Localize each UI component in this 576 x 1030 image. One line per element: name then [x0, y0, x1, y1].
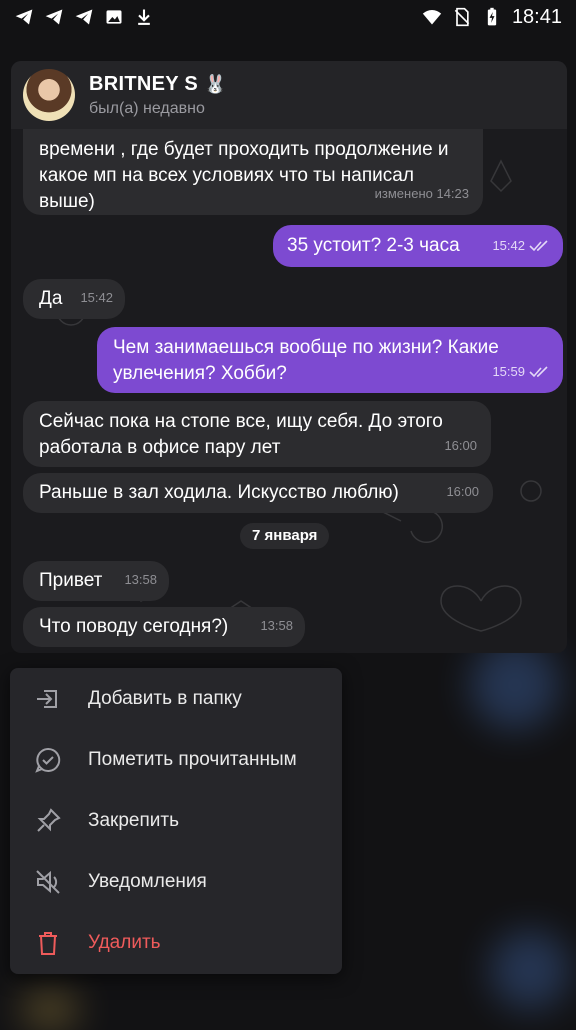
menu-item-label: Удалить [88, 931, 161, 953]
message-text: Привет [39, 570, 103, 591]
status-bar: 18:41 [0, 0, 576, 34]
message-text: 35 устоит? 2-3 часа [287, 235, 460, 256]
message-time: 16:00 [446, 484, 479, 499]
bunny-emoji-icon: 🐰 [204, 73, 227, 94]
background-blur [20, 990, 80, 1030]
message-text: Да [39, 288, 63, 309]
folder-add-icon [37, 690, 57, 708]
message-time: 16:00 [444, 438, 477, 453]
contact-name-row: BRITNEY S 🐰 [89, 73, 227, 96]
telegram-icon [45, 9, 63, 25]
message-time: 13:58 [260, 618, 293, 633]
menu-item-delete[interactable]: Удалить [10, 912, 342, 973]
image-icon [106, 10, 122, 24]
message-bubble[interactable]: 35 устоит? 2-3 часа 15:42 [273, 225, 563, 267]
message-meta: 15:59 [492, 359, 549, 385]
menu-item-mark-read[interactable]: Пометить прочитанным [10, 729, 342, 790]
message-time: 13:58 [124, 572, 157, 587]
menu-item-label: Добавить в папку [88, 687, 242, 709]
message-text: Что поводу сегодня?) [39, 616, 229, 637]
wifi-icon [422, 10, 442, 25]
avatar[interactable] [23, 69, 75, 121]
mute-icon [36, 870, 60, 894]
download-icon [138, 9, 150, 25]
chat-preview[interactable]: времени , где будет проходить продолжени… [11, 61, 567, 653]
message-bubble[interactable]: Сейчас пока на стопе все, ищу себя. До э… [23, 401, 491, 467]
message-text: Чем занимаешься вообще по жизни? Какие у… [113, 337, 499, 384]
message-bubble[interactable]: Что поводу сегодня?) 13:58 [23, 607, 305, 647]
telegram-icon [75, 9, 93, 25]
menu-item-label: Пометить прочитанным [88, 748, 297, 770]
message-bubble[interactable]: Привет 13:58 [23, 561, 169, 601]
last-seen-status: был(а) недавно [89, 99, 205, 117]
telegram-icon [15, 9, 33, 25]
context-menu: Добавить в папку Пометить прочитанным За… [10, 668, 342, 974]
message-time: изменено 14:23 [374, 186, 469, 201]
clock: 18:41 [511, 5, 562, 28]
message-meta: 15:42 [492, 233, 549, 259]
no-sim-icon [454, 7, 470, 27]
contact-name: BRITNEY S [89, 72, 199, 95]
pin-icon [37, 808, 61, 832]
battery-charging-icon [487, 7, 497, 26]
double-check-icon [529, 366, 548, 378]
message-bubble[interactable]: Да 15:42 [23, 279, 125, 319]
menu-item-add-to-folder[interactable]: Добавить в папку [10, 668, 342, 729]
double-check-icon [529, 240, 548, 252]
date-separator: 7 января [240, 523, 330, 549]
message-time: 15:42 [80, 290, 113, 305]
menu-item-label: Уведомления [88, 870, 207, 892]
message-text: Раньше в зал ходила. Искусство люблю) [39, 482, 399, 503]
menu-item-label: Закрепить [88, 809, 179, 831]
message-time: 15:59 [492, 364, 525, 379]
chat-header[interactable]: BRITNEY S 🐰 был(а) недавно [11, 61, 567, 129]
background-blur [490, 930, 570, 1010]
mark-read-icon [35, 747, 61, 773]
message-bubble[interactable]: Чем занимаешься вообще по жизни? Какие у… [97, 327, 563, 393]
message-bubble[interactable]: Раньше в зал ходила. Искусство люблю) 16… [23, 473, 493, 513]
menu-item-pin[interactable]: Закрепить [10, 790, 342, 851]
message-time: 15:42 [492, 238, 525, 253]
background-blur [470, 640, 560, 730]
trash-icon [39, 932, 57, 955]
menu-item-notifications[interactable]: Уведомления [10, 851, 342, 912]
message-text: Сейчас пока на стопе все, ищу себя. До э… [39, 411, 443, 458]
